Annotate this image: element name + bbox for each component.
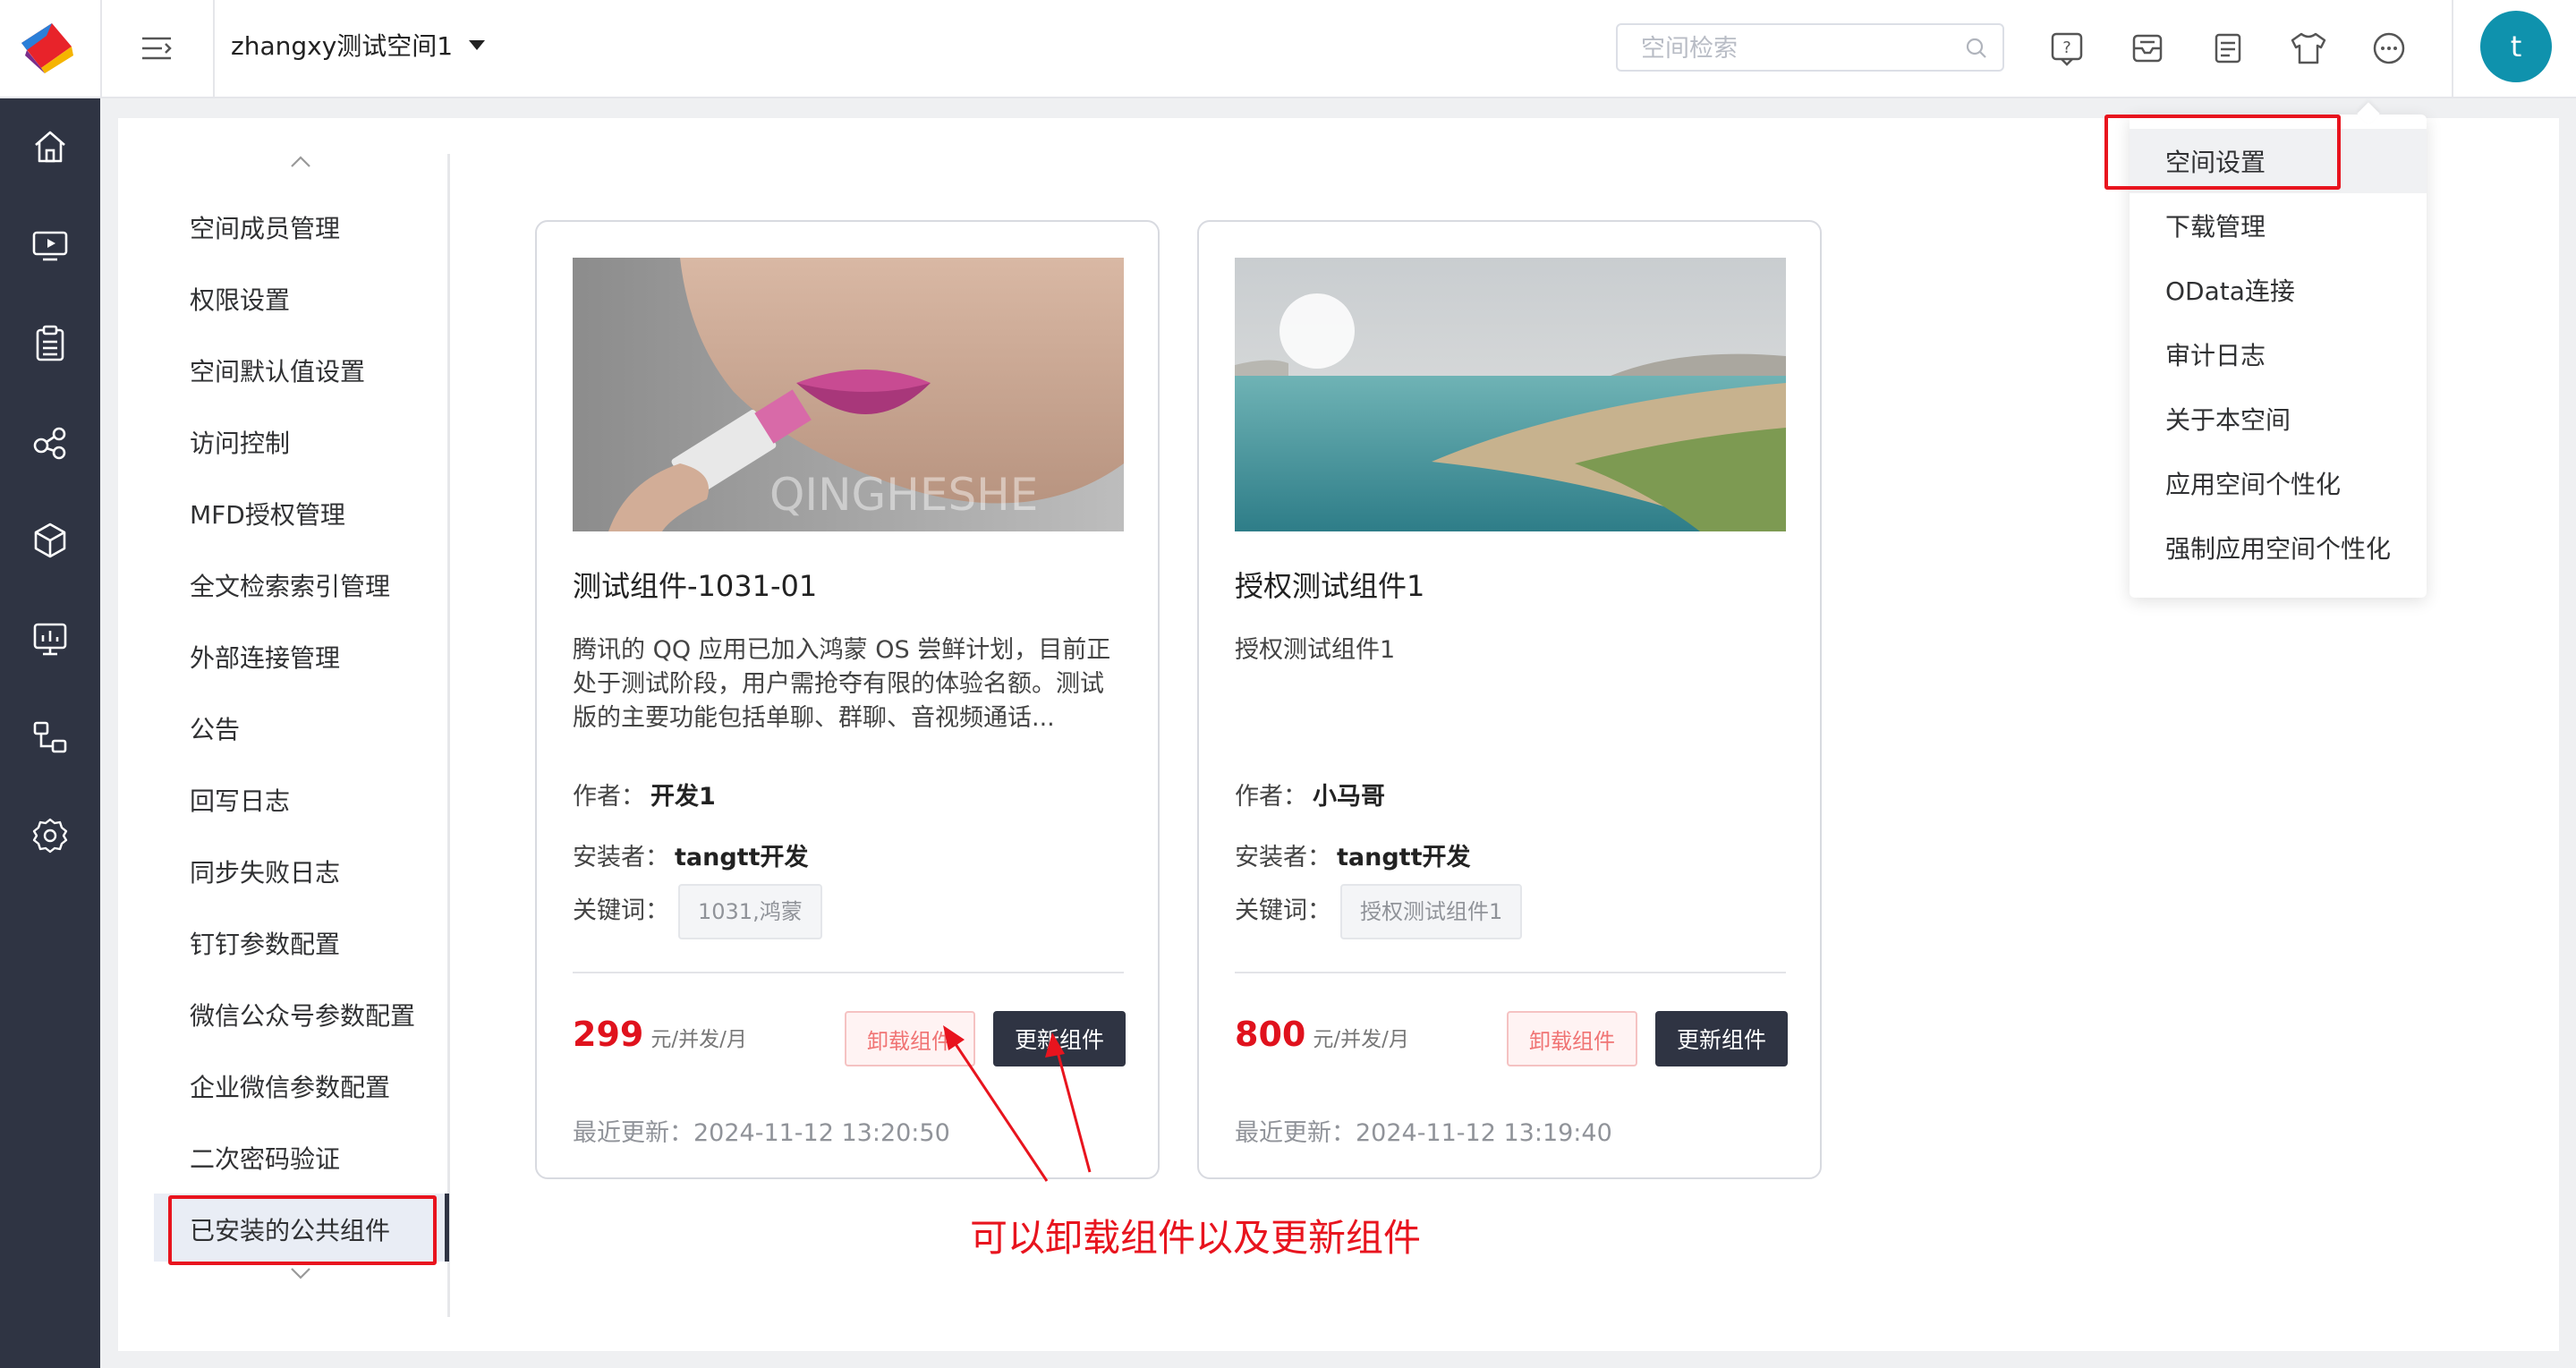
keywords-label: 关键词： bbox=[573, 896, 669, 925]
keyword-tag: 授权测试组件1 bbox=[1340, 884, 1523, 939]
space-search[interactable] bbox=[1616, 23, 2004, 72]
component-price: 299 元/并发/月 bbox=[573, 1015, 747, 1054]
card-divider bbox=[573, 972, 1124, 973]
component-keywords: 关键词： 1031,鸿蒙 bbox=[573, 884, 822, 939]
inbox-icon[interactable] bbox=[2122, 23, 2172, 73]
sidebar-item-sync-failure-log[interactable]: 同步失败日志 bbox=[190, 854, 340, 889]
app-logo[interactable] bbox=[0, 0, 102, 97]
caret-down-icon bbox=[469, 39, 486, 50]
search-input[interactable] bbox=[1639, 34, 1947, 63]
author-value: 小马哥 bbox=[1313, 783, 1385, 811]
menu-fold-icon bbox=[142, 37, 172, 60]
theme-shirt-icon[interactable] bbox=[2283, 23, 2334, 73]
card-divider bbox=[1235, 972, 1786, 973]
highlight-box-installed-components bbox=[168, 1195, 437, 1265]
menu-item-audit-log[interactable]: 审计日志 bbox=[2130, 322, 2427, 387]
logo-icon bbox=[21, 23, 73, 73]
keyword-tag: 1031,鸿蒙 bbox=[678, 884, 822, 939]
space-switcher[interactable]: zhangxy测试空间1 bbox=[231, 27, 486, 63]
uninstall-component-button[interactable]: 卸载组件 bbox=[1507, 1011, 1637, 1066]
top-bar: zhangxy测试空间1 ? t bbox=[0, 0, 2576, 98]
menu-item-apply-personalization[interactable]: 应用空间个性化 bbox=[2130, 451, 2427, 515]
sidebar-item-wechat-official[interactable]: 微信公众号参数配置 bbox=[190, 997, 415, 1032]
last-updated: 最近更新：2024-11-12 13:20:50 bbox=[573, 1119, 950, 1147]
sidebar-active-indicator bbox=[445, 1194, 449, 1262]
highlight-box-space-settings bbox=[2104, 115, 2341, 190]
settings-icon[interactable] bbox=[0, 791, 100, 880]
component-description: 授权测试组件1 bbox=[1235, 636, 1396, 664]
component-author: 作者： 开发1 bbox=[573, 777, 716, 811]
component-card: 授权测试组件1 授权测试组件1 作者： 小马哥 安装者： tangtt开发 关键词：… bbox=[1197, 220, 1822, 1179]
price-unit: 元/并发/月 bbox=[1313, 1028, 1409, 1051]
sidebar-item-external-connections[interactable]: 外部连接管理 bbox=[190, 639, 340, 675]
avatar-cell: t bbox=[2452, 0, 2576, 97]
author-label: 作者： bbox=[573, 783, 645, 811]
update-component-button[interactable]: 更新组件 bbox=[1655, 1011, 1788, 1066]
annotation-arrows bbox=[943, 1025, 1092, 1182]
search-icon[interactable] bbox=[1965, 37, 1988, 60]
price-value: 299 bbox=[573, 1015, 644, 1054]
price-value: 800 bbox=[1235, 1015, 1306, 1054]
left-rail bbox=[0, 98, 100, 1368]
screen-icon[interactable] bbox=[0, 200, 100, 290]
component-title: 测试组件-1031-01 bbox=[573, 569, 818, 603]
sidebar-item-fulltext-index[interactable]: 全文检索索引管理 bbox=[190, 567, 390, 603]
cube-icon[interactable] bbox=[0, 496, 100, 585]
menu-item-about-space[interactable]: 关于本空间 bbox=[2130, 387, 2427, 451]
chevron-up-icon[interactable] bbox=[288, 152, 313, 174]
share-icon[interactable] bbox=[0, 397, 100, 487]
image-watermark: QINGHESHE bbox=[769, 469, 1038, 521]
dropdown-arrow bbox=[2357, 102, 2380, 125]
sidebar-item-announcements[interactable]: 公告 bbox=[190, 710, 240, 746]
home-icon[interactable] bbox=[0, 102, 100, 191]
sidebar-item-dingtalk[interactable]: 钉钉参数配置 bbox=[190, 925, 340, 961]
flow-icon[interactable] bbox=[0, 692, 100, 782]
author-label: 作者： bbox=[1235, 783, 1307, 811]
sidebar-item-wecom[interactable]: 企业微信参数配置 bbox=[190, 1068, 390, 1104]
last-updated: 最近更新：2024-11-12 13:19:40 bbox=[1235, 1119, 1612, 1147]
author-value: 开发1 bbox=[650, 783, 716, 811]
monitor-icon[interactable] bbox=[0, 594, 100, 684]
installer-label: 安装者： bbox=[1235, 844, 1331, 871]
svg-text:?: ? bbox=[2062, 38, 2071, 57]
component-price: 800 元/并发/月 bbox=[1235, 1015, 1409, 1054]
installer-label: 安装者： bbox=[573, 844, 669, 871]
sidebar-item-members[interactable]: 空间成员管理 bbox=[190, 209, 340, 245]
space-name: zhangxy测试空间1 bbox=[231, 31, 454, 61]
help-icon[interactable]: ? bbox=[2042, 23, 2092, 73]
notes-icon[interactable] bbox=[2203, 23, 2253, 73]
menu-item-download-management[interactable]: 下载管理 bbox=[2130, 193, 2427, 258]
installer-value: tangtt开发 bbox=[675, 844, 809, 871]
clipboard-icon[interactable] bbox=[0, 299, 100, 388]
sidebar-item-writeback-log[interactable]: 回写日志 bbox=[190, 782, 290, 818]
component-image: QINGHESHE bbox=[573, 258, 1124, 531]
sidebar-item-permissions[interactable]: 权限设置 bbox=[190, 281, 290, 317]
component-author: 作者： 小马哥 bbox=[1235, 777, 1385, 811]
component-title: 授权测试组件1 bbox=[1235, 569, 1425, 603]
sidebar-item-mfd[interactable]: MFD授权管理 bbox=[190, 496, 345, 531]
component-description: 腾讯的 QQ 应用已加入鸿蒙 OS 尝鲜计划，目前正处于测试阶段，用户需抢夺有限… bbox=[573, 636, 1111, 732]
component-installer: 安装者： tangtt开发 bbox=[1235, 837, 1471, 872]
installer-value: tangtt开发 bbox=[1337, 844, 1471, 871]
component-installer: 安装者： tangtt开发 bbox=[573, 837, 809, 872]
component-image bbox=[1235, 258, 1786, 531]
sidebar-item-defaults[interactable]: 空间默认值设置 bbox=[190, 353, 365, 388]
annotation-text: 可以卸载组件以及更新组件 bbox=[970, 1216, 1422, 1260]
component-keywords: 关键词： 授权测试组件1 bbox=[1235, 884, 1523, 939]
menu-item-force-personalization[interactable]: 强制应用空间个性化 bbox=[2130, 515, 2427, 580]
menu-toggle-button[interactable] bbox=[100, 0, 215, 97]
more-icon[interactable] bbox=[2364, 23, 2414, 73]
keywords-label: 关键词： bbox=[1235, 896, 1331, 925]
price-unit: 元/并发/月 bbox=[650, 1028, 747, 1051]
sidebar-item-access-control[interactable]: 访问控制 bbox=[190, 424, 290, 460]
avatar[interactable]: t bbox=[2480, 11, 2552, 82]
sidebar-item-second-password[interactable]: 二次密码验证 bbox=[190, 1140, 340, 1176]
menu-item-odata[interactable]: OData连接 bbox=[2130, 258, 2427, 322]
sidebar-divider bbox=[447, 154, 450, 1317]
